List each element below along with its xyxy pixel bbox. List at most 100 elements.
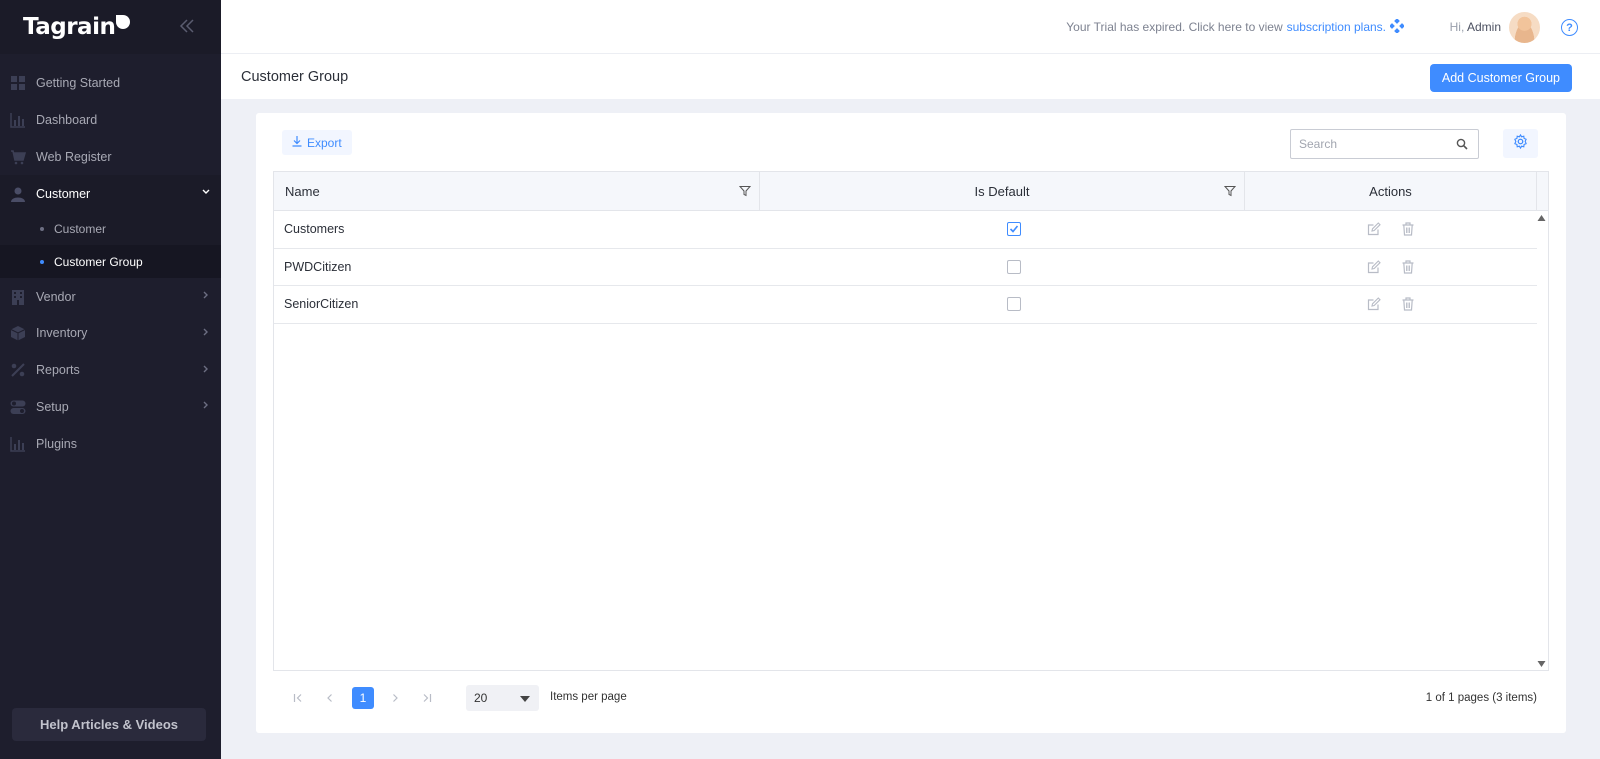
- scroll-up-arrow-icon[interactable]: [1537, 214, 1546, 222]
- sidebar-item-label: Reports: [36, 363, 80, 378]
- sidebar-item-web-register[interactable]: Web Register: [0, 139, 221, 176]
- export-label: Export: [307, 135, 342, 150]
- percent-icon: [10, 362, 26, 378]
- bullet-icon: [40, 226, 44, 231]
- user-greeting: Hi, Admin: [1450, 20, 1501, 34]
- chevron-right-icon: [201, 290, 211, 303]
- export-button[interactable]: Export: [282, 130, 352, 155]
- page-size-select[interactable]: 20: [466, 685, 539, 711]
- sidebar-item-label: Vendor: [36, 289, 76, 304]
- sidebar-item-label: Plugins: [36, 436, 77, 451]
- filter-icon[interactable]: [738, 185, 752, 197]
- sidebar-nav: Getting Started Dashboard Web Register C…: [0, 54, 221, 462]
- chevron-right-icon: [201, 400, 211, 413]
- sidebar-subitem-customer[interactable]: Customer: [0, 212, 221, 245]
- trash-icon[interactable]: [1400, 221, 1416, 237]
- page-title: Customer Group: [241, 69, 349, 85]
- sidebar-item-setup[interactable]: Setup: [0, 389, 221, 426]
- cell-name: SeniorCitizen: [284, 297, 359, 312]
- pager: 1 20 Items per page 1 of 1 pages (3 item…: [273, 676, 1549, 716]
- column-header-is-default[interactable]: Is Default: [760, 172, 1245, 210]
- cell-actions: [1245, 249, 1537, 286]
- scroll-down-arrow-icon[interactable]: [1537, 660, 1546, 668]
- logo-badge-icon: [116, 15, 131, 29]
- chevron-down-icon: [201, 187, 211, 200]
- table-row[interactable]: SeniorCitizen: [274, 286, 1537, 324]
- diamond-icon[interactable]: [1389, 18, 1405, 34]
- help-articles-button[interactable]: Help Articles & Videos: [12, 708, 206, 741]
- column-label: Is Default: [974, 183, 1030, 199]
- help-icon[interactable]: ?: [1561, 19, 1578, 36]
- items-per-page-label: Items per page: [550, 691, 627, 703]
- sidebar-item-label: Customer Group: [54, 254, 143, 269]
- box-icon: [10, 325, 26, 341]
- sidebar-item-dashboard[interactable]: Dashboard: [0, 102, 221, 139]
- grid-settings-button[interactable]: [1503, 129, 1538, 158]
- sidebar-item-label: Customer: [54, 221, 107, 236]
- topbar: Your Trial has expired. Click here to vi…: [221, 0, 1600, 54]
- column-label: Name: [285, 183, 320, 199]
- page-header: Customer Group Add Customer Group: [221, 54, 1600, 99]
- checkbox-unchecked[interactable]: [1007, 259, 1021, 274]
- sidebar-item-customer[interactable]: Customer: [0, 175, 221, 213]
- last-page-icon[interactable]: [416, 687, 438, 709]
- sidebar-subitem-customer-group[interactable]: Customer Group: [0, 245, 221, 279]
- cart-icon: [10, 149, 26, 165]
- chevron-right-icon: [201, 364, 211, 377]
- cell-actions: [1245, 211, 1537, 248]
- building-icon: [10, 289, 26, 305]
- column-header-actions: Actions: [1245, 172, 1537, 210]
- page-number-current[interactable]: 1: [352, 687, 374, 709]
- cell-is-default: [760, 286, 1245, 323]
- sidebar-item-label: Getting Started: [36, 76, 121, 91]
- add-customer-group-button[interactable]: Add Customer Group: [1429, 64, 1572, 92]
- subscription-plans-link[interactable]: subscription plans.: [1287, 20, 1386, 34]
- cell-actions: [1245, 286, 1537, 323]
- checkbox-checked[interactable]: [1007, 222, 1021, 237]
- first-page-icon[interactable]: [287, 687, 309, 709]
- bar-chart-icon: [10, 436, 26, 452]
- greeting-text: Hi,: [1449, 20, 1465, 34]
- page-size-value: 20: [474, 691, 488, 705]
- bar-chart-icon: [10, 112, 26, 128]
- sidebar-item-reports[interactable]: Reports: [0, 352, 221, 389]
- customer-submenu: Customer Customer Group: [0, 212, 221, 279]
- header-scroll-spacer: [1537, 172, 1548, 210]
- sidebar-item-vendor[interactable]: Vendor: [0, 278, 221, 315]
- user-name: Admin: [1466, 20, 1501, 34]
- edit-icon[interactable]: [1366, 259, 1382, 275]
- trash-icon[interactable]: [1400, 259, 1416, 275]
- user-icon: [10, 186, 26, 202]
- sidebar-item-getting-started[interactable]: Getting Started: [0, 65, 221, 102]
- cell-is-default: [760, 249, 1245, 286]
- table-row[interactable]: PWDCitizen: [274, 249, 1537, 286]
- avatar[interactable]: [1509, 12, 1540, 43]
- gear-icon: [1513, 133, 1528, 154]
- trash-icon[interactable]: [1400, 296, 1416, 312]
- pager-info: 1 of 1 pages (3 items): [1425, 692, 1537, 704]
- cell-is-default: [760, 211, 1245, 248]
- search-input[interactable]: [1290, 129, 1479, 159]
- bullet-icon: [40, 259, 44, 264]
- column-header-name[interactable]: Name: [274, 172, 760, 210]
- trial-notice: Your Trial has expired. Click here to vi…: [1066, 20, 1386, 34]
- sidebar-item-inventory[interactable]: Inventory: [0, 315, 221, 352]
- cell-name: Customers: [284, 222, 345, 237]
- prev-page-icon[interactable]: [319, 687, 341, 709]
- customer-group-grid: Name Is Default Actions Customers PWDCit…: [273, 171, 1549, 671]
- edit-icon[interactable]: [1366, 296, 1382, 312]
- logo[interactable]: Tagrain: [23, 14, 131, 40]
- search-icon[interactable]: [1456, 137, 1468, 150]
- collapse-sidebar-icon[interactable]: [179, 17, 195, 38]
- grid-header: Name Is Default Actions: [274, 172, 1548, 211]
- checkbox-unchecked[interactable]: [1007, 297, 1021, 312]
- sidebar-item-label: Setup: [36, 399, 69, 414]
- table-row[interactable]: Customers: [274, 211, 1537, 249]
- toggle-icon: [10, 399, 26, 415]
- sidebar: Tagrain Getting Started Dashboard Web Re…: [0, 0, 221, 759]
- sidebar-item-label: Inventory: [36, 326, 88, 341]
- filter-icon[interactable]: [1223, 185, 1237, 197]
- edit-icon[interactable]: [1366, 221, 1382, 237]
- next-page-icon[interactable]: [384, 687, 406, 709]
- sidebar-item-plugins[interactable]: Plugins: [0, 425, 221, 462]
